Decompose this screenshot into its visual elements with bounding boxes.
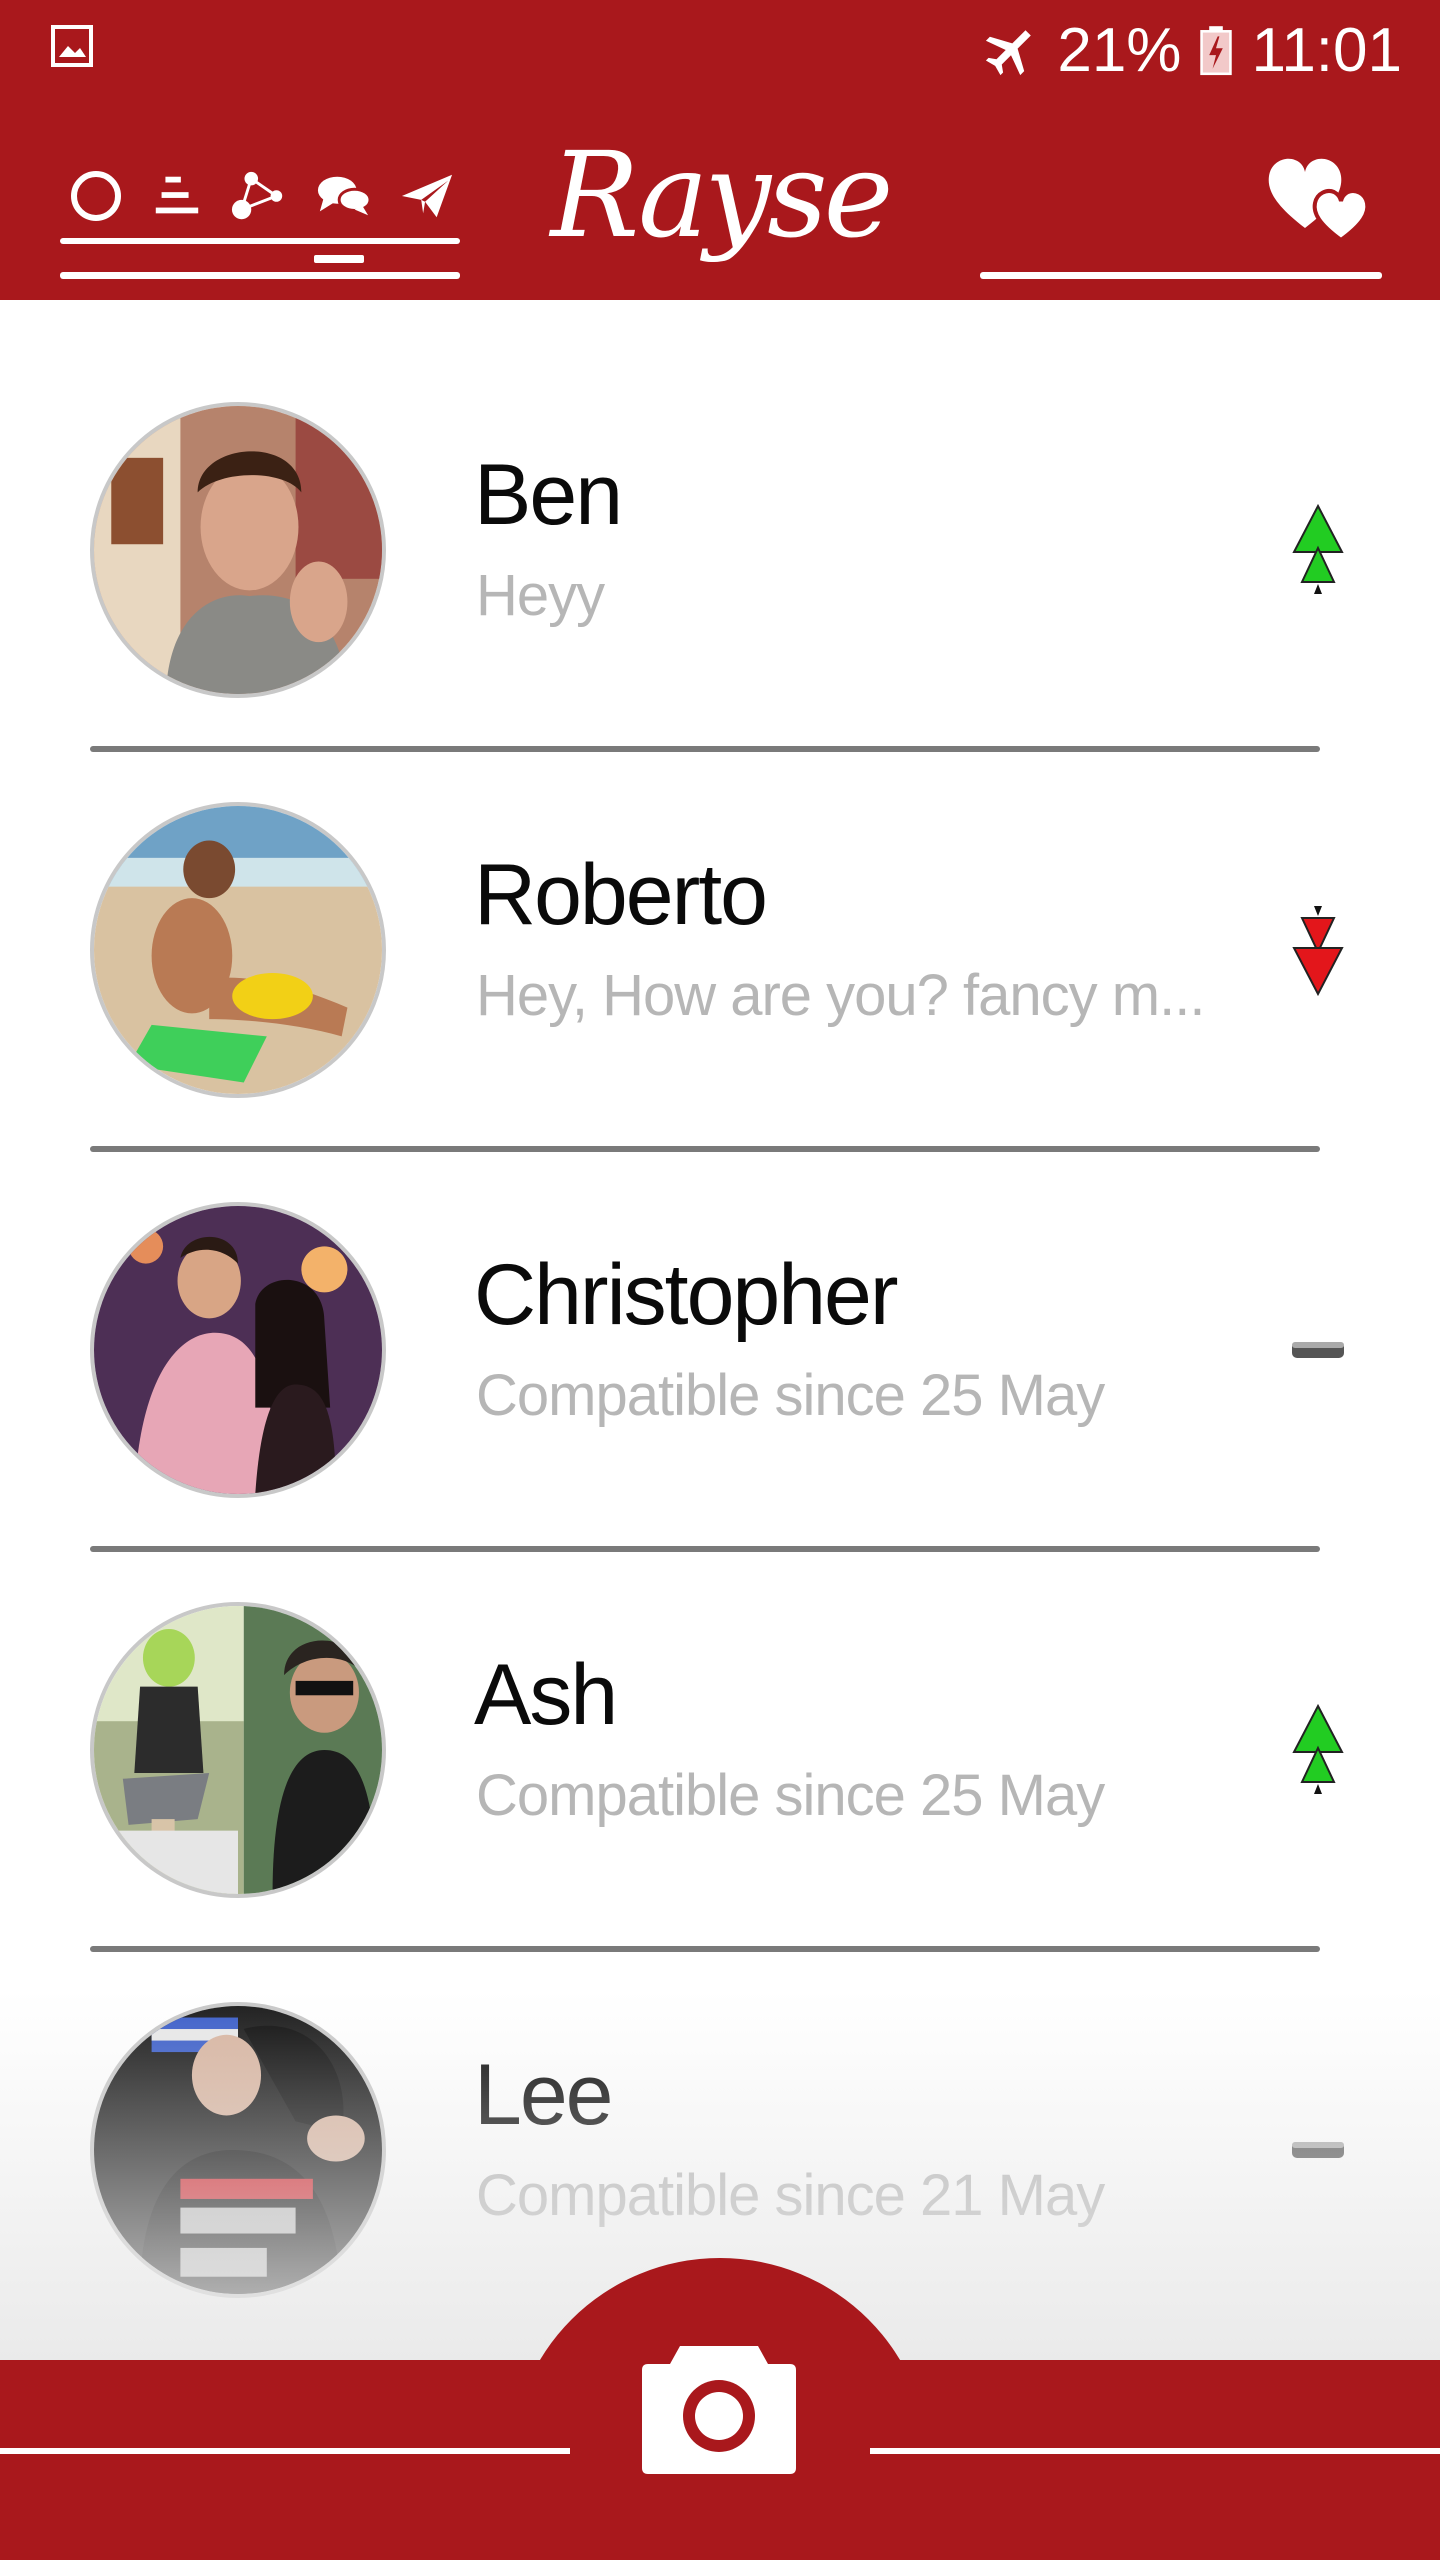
nav-divider-line (60, 272, 460, 279)
avatar (90, 402, 386, 698)
match-name: Ben (474, 447, 623, 543)
network-icon[interactable] (230, 168, 288, 224)
avatar (90, 802, 386, 1098)
nav-tabs (68, 168, 456, 224)
gallery-notification-icon (50, 24, 94, 68)
stack-icon[interactable] (150, 169, 204, 223)
avatar (90, 1602, 386, 1898)
status-text: Compatible since 25 May (476, 1763, 1105, 1828)
avatar (90, 2002, 386, 2298)
active-tab-indicator (314, 255, 364, 263)
clock-time: 11:01 (1251, 15, 1402, 85)
circle-icon[interactable] (68, 168, 124, 224)
list-item[interactable]: Lee Compatible since 21 May (0, 1900, 1440, 2300)
battery-percent: 21% (1057, 15, 1182, 85)
trend-flat-icon (1290, 1300, 1346, 1400)
nav-underline (60, 238, 460, 244)
header-right-line (980, 272, 1382, 279)
hearts-icon[interactable] (1265, 150, 1375, 245)
list-item[interactable]: Roberto Hey, How are you? fancy m... (0, 700, 1440, 1152)
last-message: Heyy (476, 563, 605, 628)
app-logo: Rayse (550, 126, 894, 264)
trend-up-icon (1290, 500, 1346, 600)
bottom-line-right (870, 2448, 1440, 2454)
airplane-mode-icon (983, 22, 1039, 78)
avatar (90, 1202, 386, 1498)
match-name: Roberto (474, 847, 768, 943)
match-name: Ash (474, 1647, 618, 1743)
battery-charging-icon (1199, 21, 1233, 79)
last-message: Hey, How are you? fancy m... (476, 963, 1205, 1028)
chat-bubbles-icon[interactable] (314, 169, 372, 223)
bottom-line-left (0, 2448, 570, 2454)
match-name: Christopher (474, 1247, 899, 1343)
list-item[interactable]: Christopher Compatible since 25 May (0, 1100, 1440, 1552)
status-bar: 21% 11:01 (0, 0, 1440, 100)
paper-plane-icon[interactable] (398, 169, 456, 223)
status-text: Compatible since 21 May (476, 2163, 1105, 2228)
app-header: 21% 11:01 Rayse (0, 0, 1440, 300)
list-item[interactable]: Ash Compatible since 25 May (0, 1500, 1440, 1952)
match-name: Lee (474, 2047, 613, 2143)
trend-up-icon (1290, 1700, 1346, 1800)
camera-icon[interactable] (640, 2336, 798, 2476)
trend-flat-icon (1290, 2100, 1346, 2200)
list-item[interactable]: Ben Heyy (0, 300, 1440, 752)
trend-down-icon (1290, 900, 1346, 1000)
status-text: Compatible since 25 May (476, 1363, 1105, 1428)
